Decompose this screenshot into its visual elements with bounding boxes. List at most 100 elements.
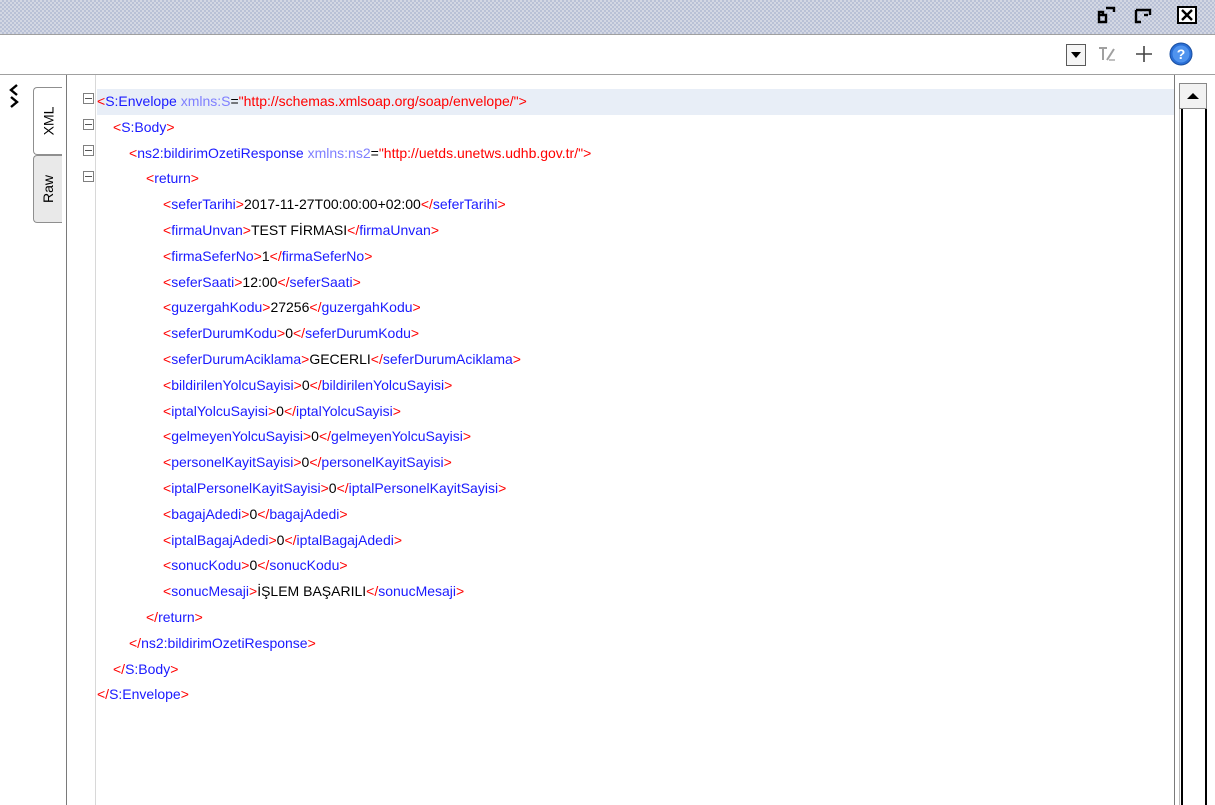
xml-field-tag: gelmeyenYolcuSayisi [171, 428, 303, 445]
xml-field-value: 0 [285, 325, 293, 342]
fold-toggle-icon[interactable] [83, 171, 94, 182]
xml-tag: S:Body [121, 118, 167, 135]
xml-field-tag: seferTarihi [432, 196, 498, 213]
xml-field-tag: iptalBagajAdedi [171, 531, 269, 548]
window-title-bar [0, 0, 1215, 34]
xml-field-line: <seferTarihi>2017-11-27T00:00:00+02:00</… [163, 196, 506, 213]
collapse-panel-icon[interactable] [8, 83, 22, 114]
xml-tag: ns2:bildirimOzetiResponse [141, 634, 308, 651]
xml-field-tag: guzergahKodu [321, 299, 413, 316]
xml-field-line: <personelKayitSayisi>0</personelKayitSay… [163, 454, 452, 471]
xml-field-value: 1 [261, 247, 270, 264]
xml-field-value: 0 [276, 402, 284, 419]
xml-field-tag: personelKayitSayisi [171, 454, 294, 471]
tab-xml-label: XML [40, 106, 57, 136]
xml-field-tag: seferSaati [289, 273, 353, 290]
xml-field-line: <sonucMesaji>İŞLEM BAŞARILI</sonucMesaji… [163, 583, 465, 600]
tab-raw[interactable]: Raw [33, 155, 62, 223]
vertical-scrollbar[interactable] [1174, 75, 1215, 805]
xml-editor[interactable]: <S:Envelope xmlns:S="http://schemas.xmls… [66, 75, 1175, 805]
xml-field-line: <guzergahKodu>27256</guzergahKodu> [163, 299, 421, 316]
xml-tag: ns2:bildirimOzetiResponse [137, 144, 304, 161]
xml-field-value: 2017-11-27T00:00:00+02:00 [243, 196, 421, 213]
xml-field-tag: seferDurumKodu [171, 325, 278, 342]
xml-field-tag: firmaSeferNo [281, 247, 365, 264]
xml-line: <S:Envelope xmlns:S="http://schemas.xmls… [97, 89, 1175, 115]
xml-field-line: <gelmeyenYolcuSayisi>0</gelmeyenYolcuSay… [163, 428, 472, 445]
xml-field-line: <firmaUnvan>TEST FİRMASI</firmaUnvan> [163, 221, 440, 238]
xml-line: </S:Body> [113, 660, 179, 677]
tab-raw-label: Raw [40, 174, 57, 204]
xml-line: <ns2:bildirimOzetiResponse xmlns:ns2="ht… [129, 144, 592, 161]
xml-field-tag: firmaUnvan [359, 221, 431, 238]
xml-field-value: 0 [301, 376, 310, 393]
xml-field-tag: firmaSeferNo [171, 247, 254, 264]
plus-icon[interactable] [1132, 42, 1156, 66]
divider [0, 34, 1215, 35]
xml-field-value: 27256 [270, 299, 310, 316]
xml-field-tag: sonucMesaji [171, 583, 250, 600]
xml-field-value: 12:00 [242, 273, 278, 290]
xml-field-tag: seferDurumAciklama [382, 350, 513, 367]
xml-field-line: <bagajAdedi>0</bagajAdedi> [163, 505, 348, 522]
toolbar: ? [0, 34, 1215, 75]
xml-field-value: 0 [328, 479, 337, 496]
xml-tag: return [154, 170, 191, 187]
xml-field-value: TEST FİRMASI [250, 221, 348, 238]
xml-field-tag: iptalYolcuSayisi [296, 402, 393, 419]
xml-field-tag: seferSaati [171, 273, 235, 290]
dropdown-icon[interactable] [1066, 44, 1086, 66]
xml-field-line: <firmaSeferNo>1</firmaSeferNo> [163, 247, 373, 264]
popout-icon[interactable] [1128, 2, 1158, 28]
xml-tag: S:Envelope [105, 93, 177, 109]
xml-field-value: İŞLEM BAŞARILI [257, 583, 367, 600]
xml-field-line: <iptalYolcuSayisi>0</iptalYolcuSayisi> [163, 402, 401, 419]
xml-line: </ns2:bildirimOzetiResponse> [129, 634, 316, 651]
xml-field-tag: iptalBagajAdedi [296, 531, 394, 548]
xml-field-tag: sonucMesaji [378, 583, 457, 600]
xml-attribute: xmlns:ns2 [307, 144, 371, 161]
svg-text:?: ? [1177, 46, 1186, 62]
xml-field-tag: bagajAdedi [171, 505, 242, 522]
xml-line: </return> [146, 608, 203, 625]
xml-line: </S:Envelope> [97, 686, 189, 703]
xml-attribute: xmlns:S [180, 93, 231, 109]
xml-line: <S:Body> [113, 118, 175, 135]
close-icon[interactable] [1172, 2, 1202, 28]
help-icon[interactable]: ? [1169, 42, 1193, 66]
xml-field-tag: sonucKodu [269, 557, 340, 574]
fold-gutter [67, 75, 96, 805]
xml-tag: S:Envelope [109, 686, 181, 703]
xml-field-tag: guzergahKodu [171, 299, 263, 316]
xml-attribute-value: "http://schemas.xmlsoap.org/soap/envelop… [238, 93, 519, 109]
xml-field-tag: bildirilenYolcuSayisi [171, 376, 294, 393]
xml-tag: S:Body [125, 660, 171, 677]
fold-toggle-icon[interactable] [83, 145, 94, 156]
view-tabs: XML Raw [30, 75, 66, 805]
xml-field-tag: seferDurumAciklama [171, 350, 302, 367]
xml-field-line: <sonucKodu>0</sonucKodu> [163, 557, 348, 574]
scroll-up-icon[interactable] [1179, 83, 1207, 109]
xml-fields: <seferTarihi>2017-11-27T00:00:00+02:00</… [97, 192, 1175, 605]
xml-field-line: <bildirilenYolcuSayisi>0</bildirilenYolc… [163, 376, 453, 393]
xml-field-tag: iptalYolcuSayisi [171, 402, 268, 419]
xml-attribute-value: "http://uetds.unetws.udhb.gov.tr/" [378, 144, 584, 161]
restore-icon[interactable] [1092, 2, 1122, 28]
format-icon[interactable] [1095, 42, 1119, 66]
xml-field-value: 0 [311, 428, 319, 445]
side-panel-strip [0, 75, 31, 805]
fold-toggle-icon[interactable] [83, 119, 94, 130]
xml-line: <return> [146, 170, 199, 187]
xml-field-tag: iptalPersonelKayitSayisi [171, 479, 321, 496]
xml-field-tag: iptalPersonelKayitSayisi [348, 479, 499, 496]
xml-field-line: <iptalPersonelKayitSayisi>0</iptalPerson… [163, 479, 507, 496]
scroll-thumb[interactable] [1181, 109, 1207, 805]
xml-field-line: <seferDurumAciklama>GECERLI</seferDurumA… [163, 350, 521, 367]
tab-xml[interactable]: XML [33, 87, 62, 155]
xml-field-tag: bagajAdedi [269, 505, 340, 522]
fold-toggle-icon[interactable] [83, 93, 94, 104]
xml-field-tag: bildirilenYolcuSayisi [321, 376, 445, 393]
xml-field-tag: gelmeyenYolcuSayisi [331, 428, 463, 445]
xml-field-value: GECERLI [309, 350, 371, 367]
xml-field-tag: personelKayitSayisi [321, 454, 444, 471]
